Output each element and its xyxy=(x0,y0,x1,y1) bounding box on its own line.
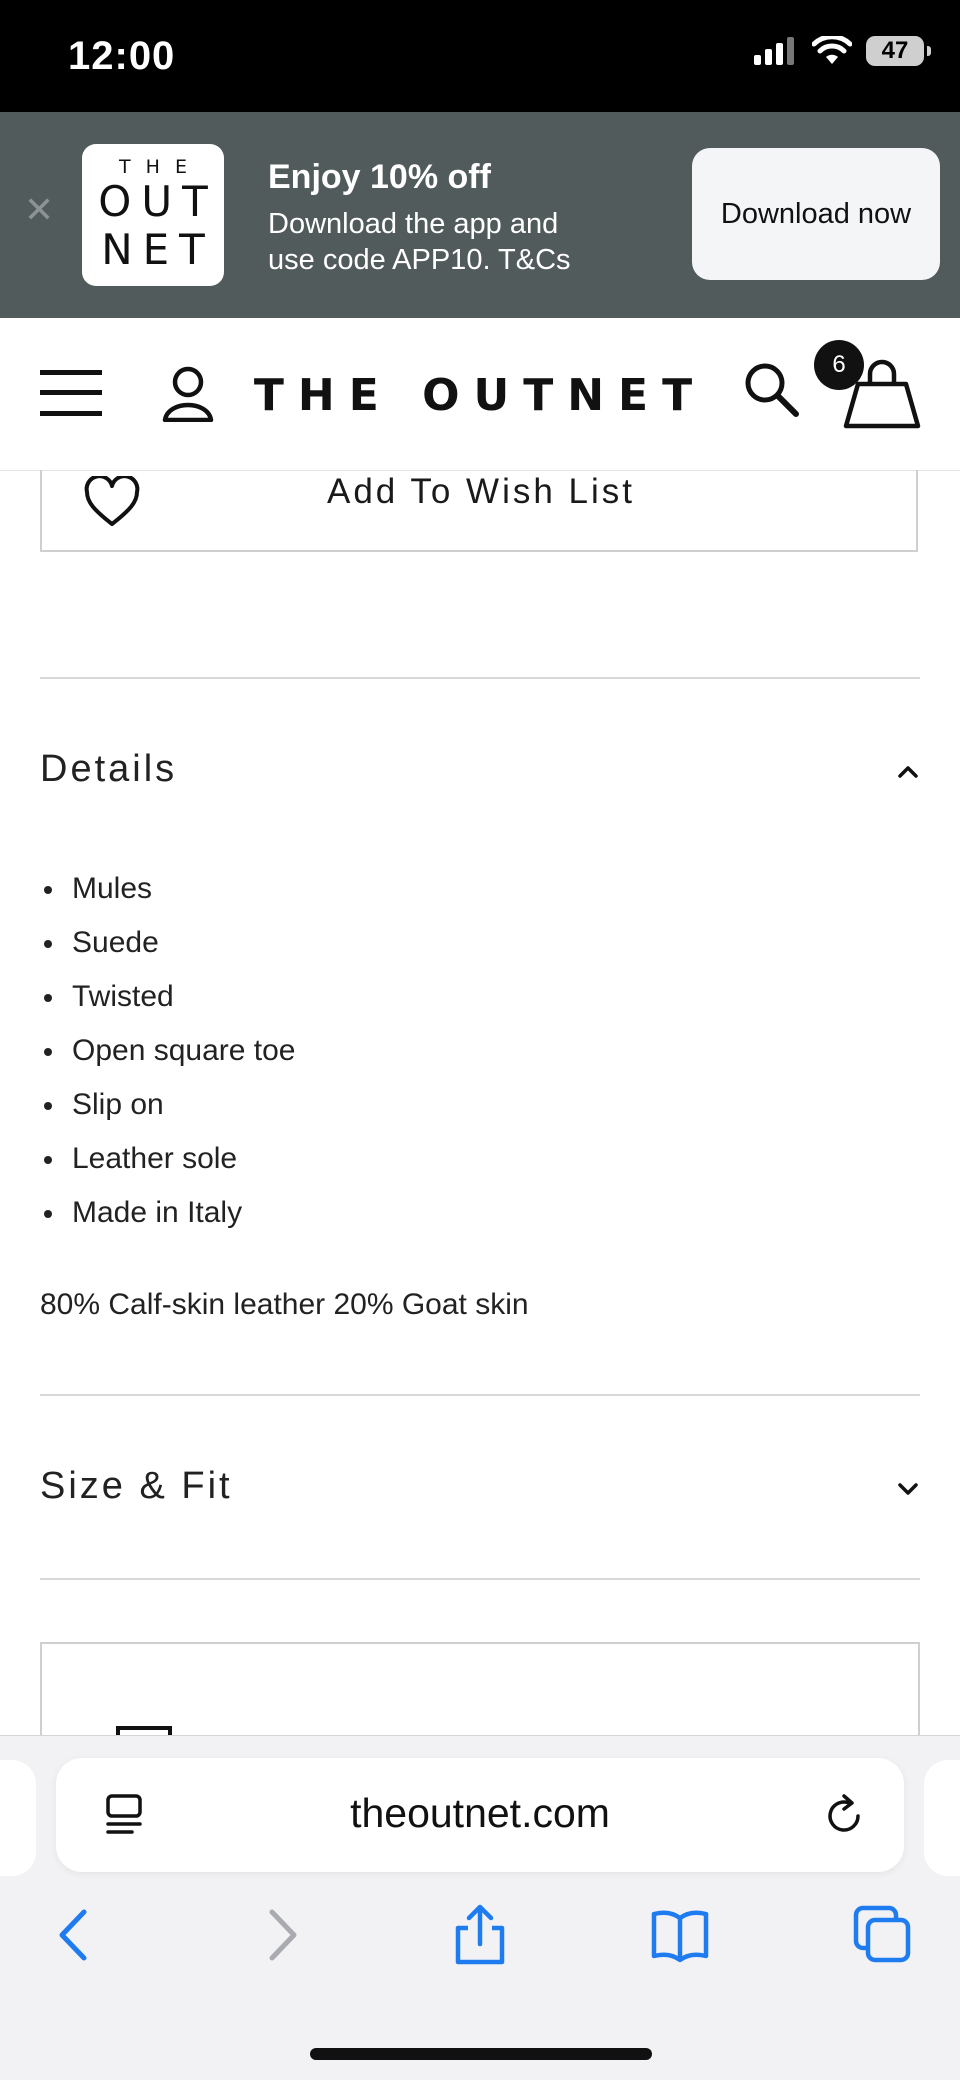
list-item: Open square toe xyxy=(40,1024,296,1078)
back-icon[interactable] xyxy=(44,1904,104,1966)
app-logo: THE OUT NET xyxy=(82,144,224,286)
reload-icon[interactable] xyxy=(822,1794,866,1838)
size-fit-heading[interactable]: Size & Fit xyxy=(40,1465,233,1508)
section-divider xyxy=(40,677,920,679)
download-now-button[interactable]: Download now xyxy=(692,148,940,280)
info-card xyxy=(40,1642,920,1754)
list-item: Mules xyxy=(40,862,296,916)
wishlist-label: Add To Wish List xyxy=(326,472,636,511)
logo-line-2: OUT xyxy=(98,177,218,226)
url-text: theoutnet.com xyxy=(350,1790,610,1836)
home-indicator[interactable] xyxy=(310,2048,652,2060)
status-time: 12:00 xyxy=(68,34,176,78)
close-icon[interactable]: ✕ xyxy=(24,192,54,228)
tabs-icon[interactable] xyxy=(852,1904,912,1966)
battery-indicator: 47 xyxy=(866,36,931,66)
site-header: THE OUTNET 6 xyxy=(0,318,960,471)
wifi-icon xyxy=(812,36,852,64)
status-bar: 12:00 47 xyxy=(0,0,960,112)
section-divider xyxy=(40,1394,920,1396)
list-item: Made in Italy xyxy=(40,1186,296,1240)
details-list: Mules Suede Twisted Open square toe Slip… xyxy=(40,862,296,1240)
forward-icon[interactable] xyxy=(252,1904,312,1966)
add-to-wishlist-button[interactable]: Add To Wish List xyxy=(40,470,918,552)
browser-toolbar: theoutnet.com xyxy=(0,1735,960,2080)
bookmarks-icon[interactable] xyxy=(650,1904,710,1966)
list-item: Leather sole xyxy=(40,1132,296,1186)
list-item: Twisted xyxy=(40,970,296,1024)
banner-subtitle: Download the app and use code APP10. T&C… xyxy=(268,208,571,276)
composition-text: 80% Calf-skin leather 20% Goat skin xyxy=(40,1288,529,1321)
status-icons: 47 xyxy=(754,36,931,66)
chevron-down-icon[interactable] xyxy=(896,1477,920,1501)
banner-title: Enjoy 10% off xyxy=(268,158,491,196)
share-icon[interactable] xyxy=(450,1904,510,1966)
next-tab-preview[interactable] xyxy=(924,1760,960,1876)
chevron-up-icon[interactable] xyxy=(896,760,920,784)
previous-tab-preview[interactable] xyxy=(0,1760,36,1876)
signal-icon xyxy=(754,37,794,65)
list-item: Suede xyxy=(40,916,296,970)
section-divider xyxy=(40,1578,920,1580)
details-heading[interactable]: Details xyxy=(40,748,177,791)
site-logo[interactable]: THE OUTNET xyxy=(0,370,960,421)
logo-line-1: THE xyxy=(119,156,202,178)
address-bar[interactable]: theoutnet.com xyxy=(56,1758,904,1872)
app-promo-banner: ✕ THE OUT NET Enjoy 10% off Download the… xyxy=(0,112,960,318)
list-item: Slip on xyxy=(40,1078,296,1132)
logo-line-3: NET xyxy=(101,225,215,274)
search-icon[interactable] xyxy=(742,360,800,418)
bag-count-badge: 6 xyxy=(814,340,864,390)
